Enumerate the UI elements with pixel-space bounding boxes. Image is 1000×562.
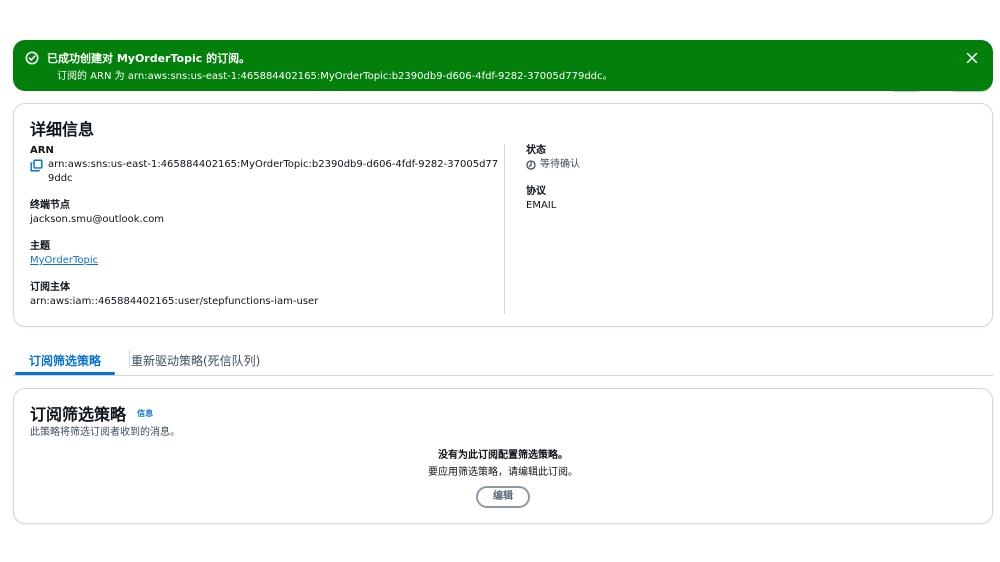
status-value: 等待确认 (540, 159, 580, 170)
filter-policy-title: 订阅筛选策略 (30, 405, 127, 424)
principal-label: 订阅主体 (30, 282, 70, 293)
tab-separator (129, 350, 130, 368)
filter-policy-container: 订阅筛选策略 信息 此策略将筛选订阅者收到的消息。 没有为此订阅配置筛选策略。 … (13, 388, 993, 524)
flash-message: 订阅的 ARN 为 arn:aws:sns:us-east-1:46588440… (57, 71, 613, 82)
protocol-label: 协议 (526, 186, 546, 197)
info-link[interactable]: 信息 (137, 409, 153, 418)
empty-state-subtitle: 要应用筛选策略，请编辑此订阅。 (428, 467, 578, 478)
endpoint-value: jackson.smu@outlook.com (30, 214, 165, 225)
filter-policy-description: 此策略将筛选订阅者收到的消息。 (30, 427, 180, 438)
topic-label: 主题 (30, 241, 50, 252)
arn-label: ARN (30, 145, 54, 156)
endpoint-label: 终端节点 (30, 200, 70, 211)
topic-link[interactable]: MyOrderTopic (30, 255, 98, 266)
details-container: 详细信息 ARN arn:aws:sns:us-east-1:465884402… (13, 103, 993, 327)
details-left-column: ARN arn:aws:sns:us-east-1:465884402165:M… (30, 144, 500, 322)
close-icon[interactable] (965, 51, 979, 65)
protocol-value: EMAIL (526, 200, 557, 211)
tab-filter-policy[interactable]: 订阅筛选策略 (29, 352, 101, 369)
flash-title: 已成功创建对 MyOrderTopic 的订阅。 (47, 52, 251, 65)
column-divider (504, 144, 505, 314)
status-label: 状态 (526, 145, 546, 156)
success-flash-banner: 已成功创建对 MyOrderTopic 的订阅。 订阅的 ARN 为 arn:a… (13, 40, 993, 91)
principal-value: arn:aws:iam::465884402165:user/stepfunct… (30, 296, 319, 307)
edit-button[interactable]: 编辑 (476, 486, 530, 508)
details-title: 详细信息 (30, 120, 95, 139)
tab-redrive-policy[interactable]: 重新驱动策略(死信队列) (131, 352, 260, 369)
success-check-icon (25, 51, 39, 65)
status-row: 等待确认 (526, 158, 826, 172)
active-tab-indicator (15, 372, 115, 375)
clock-icon (526, 160, 536, 170)
tab-bar: 订阅筛选策略 重新驱动策略(死信队列) (13, 344, 993, 376)
arn-row: arn:aws:sns:us-east-1:465884402165:MyOrd… (30, 158, 500, 186)
details-right-column: 状态 等待确认 协议 EMAIL (526, 144, 826, 226)
arn-value: arn:aws:sns:us-east-1:465884402165:MyOrd… (48, 159, 499, 184)
filter-policy-header: 订阅筛选策略 信息 (30, 401, 153, 425)
empty-state-title: 没有为此订阅配置筛选策略。 (438, 450, 568, 461)
copy-icon[interactable] (30, 159, 43, 172)
